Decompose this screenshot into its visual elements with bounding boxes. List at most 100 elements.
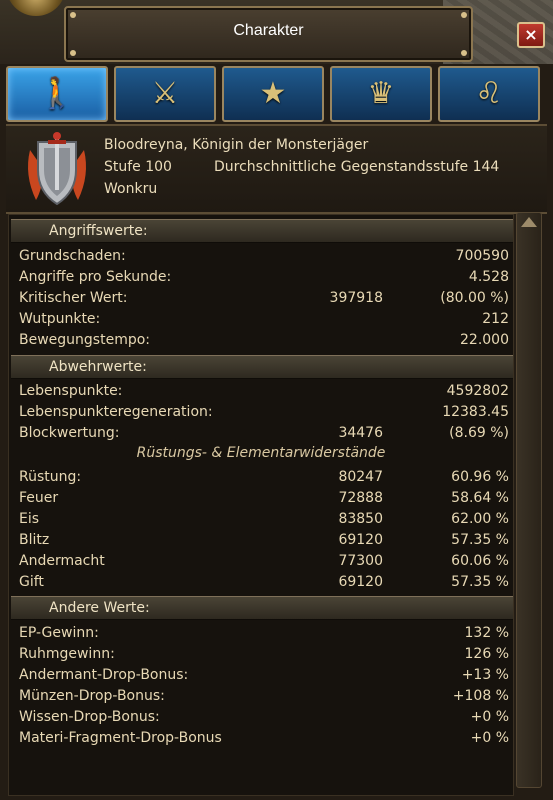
- stat-label: Rüstung:: [19, 469, 82, 485]
- resist-row: Blitz 69120 57.35 %: [9, 530, 513, 550]
- stat-value: +0 %: [470, 730, 509, 746]
- resistances-subheading: Rüstungs- & Elementarwiderstände: [136, 445, 386, 461]
- corner-rivet: [70, 12, 76, 18]
- resist-row: Eis 83850 62.00 %: [9, 509, 513, 529]
- stat-rating: 83850: [338, 511, 383, 527]
- resist-row: Gift 69120 57.35 %: [9, 572, 513, 592]
- stat-value: 57.35 %: [451, 532, 509, 548]
- stat-value: 700590: [455, 248, 509, 264]
- resist-row: Rüstung: 80247 60.96 %: [9, 467, 513, 487]
- stat-value: 60.96 %: [451, 469, 509, 485]
- stat-value: +13 %: [461, 667, 509, 683]
- lion-head-icon: ♌: [475, 76, 503, 111]
- stat-label: Feuer: [19, 490, 59, 506]
- stat-row: EP-Gewinn: 132 %: [9, 623, 513, 643]
- medal-star-icon: ★: [259, 76, 287, 111]
- stat-value: 4.528: [468, 269, 509, 285]
- class-emblem-icon: [28, 132, 86, 206]
- scroll-up-arrow-icon[interactable]: [521, 217, 537, 227]
- character-name: Bloodreyna, Königin der Monsterjäger: [104, 137, 369, 153]
- stat-label: Bewegungstempo:: [19, 332, 151, 348]
- crossed-swords-icon: ⚔: [151, 76, 179, 111]
- stat-value: 60.06 %: [451, 553, 509, 569]
- stat-value: 132 %: [464, 625, 509, 641]
- stat-value: 62.00 %: [451, 511, 509, 527]
- stat-row: Wissen-Drop-Bonus: +0 %: [9, 707, 513, 727]
- tab-titles[interactable]: ♛: [330, 66, 432, 122]
- crown-icon: ♛: [367, 76, 395, 111]
- stat-rating: 397918: [329, 290, 383, 306]
- stat-row: Kritischer Wert: 397918 (80.00 %): [9, 288, 513, 308]
- stats-scrollbar[interactable]: [516, 212, 542, 788]
- section-title: Angriffswerte:: [49, 223, 148, 239]
- stat-row: Lebenspunkte: 4592802: [9, 381, 513, 401]
- stat-rating: 77300: [338, 553, 383, 569]
- character-window: Charakter × 🚶 ⚔ ★ ♛ ♌ Bloodreyna, Königi…: [0, 0, 553, 800]
- stat-row: Bewegungstempo: 22.000: [9, 330, 513, 350]
- stat-label: Angriffe pro Sekunde:: [19, 269, 172, 285]
- figure-icon: 🚶: [38, 76, 76, 111]
- tab-achievements[interactable]: ★: [222, 66, 324, 122]
- guild-name: Wonkru: [104, 181, 158, 197]
- stat-value: +108 %: [452, 688, 509, 704]
- stat-label: Kritischer Wert:: [19, 290, 128, 306]
- stat-row: Blockwertung: 34476 (8.69 %): [9, 423, 513, 443]
- stat-label: Blockwertung:: [19, 425, 120, 441]
- stat-label: Münzen-Drop-Bonus:: [19, 688, 165, 704]
- stat-label: Grundschaden:: [19, 248, 126, 264]
- stat-label: Materi-Fragment-Drop-Bonus: [19, 730, 222, 746]
- stat-value: (80.00 %): [440, 290, 509, 306]
- close-icon: ×: [524, 25, 538, 44]
- stat-value: 4592802: [446, 383, 509, 399]
- section-other: Andere Werte:: [11, 596, 513, 620]
- stat-label: Ruhmgewinn:: [19, 646, 115, 662]
- average-item-level: Durchschnittliche Gegenstandsstufe 144: [214, 159, 500, 175]
- stat-value: 126 %: [464, 646, 509, 662]
- stat-rating: 69120: [338, 532, 383, 548]
- stat-rating: 34476: [338, 425, 383, 441]
- stat-rating: 72888: [338, 490, 383, 506]
- section-title: Abwehrwerte:: [49, 359, 147, 375]
- stat-row: Ruhmgewinn: 126 %: [9, 644, 513, 664]
- stat-row: Lebenspunkteregeneration: 12383.45: [9, 402, 513, 422]
- section-defense: Abwehrwerte:: [11, 355, 513, 379]
- close-button[interactable]: ×: [517, 22, 545, 48]
- stat-value: 212: [482, 311, 509, 327]
- stat-label: Eis: [19, 511, 40, 527]
- stat-label: Wutpunkte:: [19, 311, 101, 327]
- section-title: Andere Werte:: [49, 600, 150, 616]
- stat-label: Wissen-Drop-Bonus:: [19, 709, 160, 725]
- stat-row: Andermant-Drop-Bonus: +13 %: [9, 665, 513, 685]
- resist-row: Feuer 72888 58.64 %: [9, 488, 513, 508]
- corner-rivet: [461, 12, 467, 18]
- stat-label: Andermacht: [19, 553, 105, 569]
- stat-row: Wutpunkte: 212: [9, 309, 513, 329]
- stat-value: 22.000: [460, 332, 509, 348]
- character-level: Stufe 100: [104, 159, 172, 175]
- stat-label: Andermant-Drop-Bonus:: [19, 667, 189, 683]
- window-title: Charakter: [233, 22, 304, 39]
- section-attack: Angriffswerte:: [11, 219, 513, 243]
- character-header: Bloodreyna, Königin der Monsterjäger Stu…: [6, 124, 547, 214]
- stat-row: Münzen-Drop-Bonus: +108 %: [9, 686, 513, 706]
- stat-label: Lebenspunkte:: [19, 383, 123, 399]
- title-bar: Charakter: [64, 6, 473, 62]
- stat-row: Materi-Fragment-Drop-Bonus +0 %: [9, 728, 513, 748]
- stat-label: Blitz: [19, 532, 50, 548]
- stats-panel: Angriffswerte: Grundschaden: 700590 Angri…: [8, 214, 514, 796]
- tab-companions[interactable]: ♌: [438, 66, 540, 122]
- stat-rating: 69120: [338, 574, 383, 590]
- corner-rivet: [70, 50, 76, 56]
- stat-value: (8.69 %): [449, 425, 509, 441]
- resist-row: Andermacht 77300 60.06 %: [9, 551, 513, 571]
- stat-row: Angriffe pro Sekunde: 4.528: [9, 267, 513, 287]
- corner-rivet: [461, 50, 467, 56]
- ornament-orb: [6, 0, 66, 16]
- stat-value: 12383.45: [442, 404, 509, 420]
- tab-combat[interactable]: ⚔: [114, 66, 216, 122]
- tab-character[interactable]: 🚶: [6, 66, 108, 122]
- stat-label: Gift: [19, 574, 44, 590]
- stat-label: Lebenspunkteregeneration:: [19, 404, 213, 420]
- stat-value: 58.64 %: [451, 490, 509, 506]
- stat-value: 57.35 %: [451, 574, 509, 590]
